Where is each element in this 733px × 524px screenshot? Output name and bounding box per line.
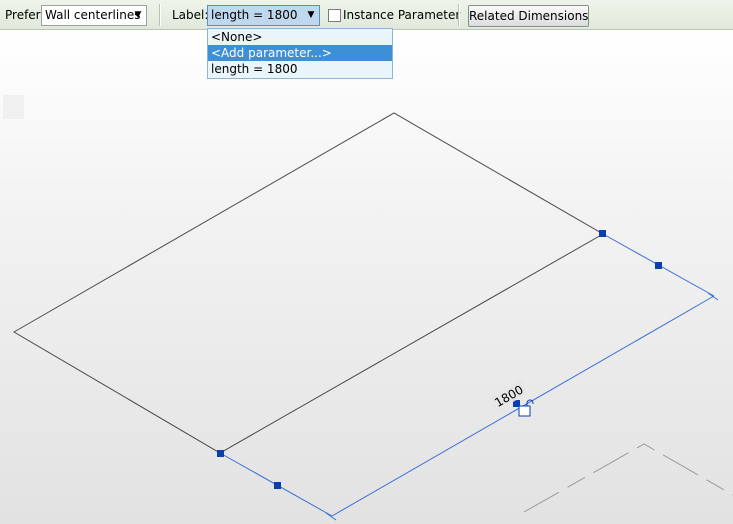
label-label: Label: <box>172 8 209 22</box>
view-geometry: 1800 <box>3 95 733 521</box>
options-bar: Prefer: Wall centerlines ▼ Label: length… <box>0 0 733 30</box>
toolbar-separator <box>159 4 161 26</box>
label-value: length = 1800 <box>211 8 298 22</box>
instance-parameter-checkbox[interactable] <box>328 9 341 22</box>
prefer-label: Prefer: <box>5 8 45 22</box>
label-dropdown-list[interactable]: <None> <Add parameter...> length = 1800 <box>207 28 393 79</box>
grip-handle[interactable] <box>599 230 606 237</box>
grip-handle[interactable] <box>274 482 281 489</box>
chevron-down-icon: ▼ <box>307 10 315 20</box>
label-combo[interactable]: length = 1800 ▼ <box>207 5 320 26</box>
prefer-value: Wall centerlines <box>45 8 141 22</box>
drawing-canvas[interactable]: 1800 <box>0 30 733 524</box>
grip-handle[interactable] <box>217 450 224 457</box>
lock-icon[interactable] <box>518 399 534 417</box>
view-control-placeholder <box>3 95 24 119</box>
related-dimensions-button[interactable]: Related Dimensions <box>468 5 589 27</box>
prefer-combo[interactable]: Wall centerlines ▼ <box>41 5 147 26</box>
grip-handle[interactable] <box>655 262 662 269</box>
toolbar-separator <box>458 4 460 26</box>
hidden-geometry <box>523 443 733 513</box>
dropdown-option-none[interactable]: <None> <box>208 29 392 45</box>
chevron-down-icon: ▼ <box>134 10 142 20</box>
instance-parameter-label: Instance Parameter <box>343 8 461 22</box>
dropdown-option-add-parameter[interactable]: <Add parameter...> <box>208 45 392 61</box>
dropdown-option-length[interactable]: length = 1800 <box>208 61 392 77</box>
